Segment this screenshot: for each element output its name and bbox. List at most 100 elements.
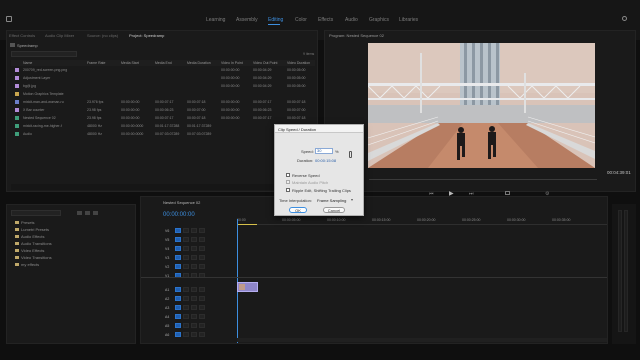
effects-filter-icon[interactable]: [77, 211, 82, 215]
home-icon[interactable]: [6, 16, 12, 22]
duration-value[interactable]: 00:00:15:08: [315, 158, 336, 163]
effects-filter-icon-3[interactable]: [93, 211, 98, 215]
track-header[interactable]: V4: [141, 245, 237, 253]
workspace-color[interactable]: Color: [295, 17, 307, 23]
sync-lock-icon[interactable]: [191, 323, 197, 328]
dialog-titlebar[interactable]: Clip Speed / Duration: [275, 125, 363, 133]
chevron-down-icon[interactable]: ▾: [351, 197, 353, 202]
reverse-speed-checkbox[interactable]: [286, 173, 290, 177]
sync-lock-icon[interactable]: [191, 237, 197, 242]
eye-icon[interactable]: [199, 246, 205, 251]
track-header[interactable]: A5: [141, 322, 237, 330]
label-color-swatch[interactable]: [15, 132, 19, 136]
tab-effect-controls[interactable]: Effect Controls: [9, 33, 35, 38]
track-target-toggle[interactable]: [175, 246, 181, 251]
track-header[interactable]: V6: [141, 227, 237, 235]
eye-icon[interactable]: [199, 264, 205, 269]
eye-icon[interactable]: [199, 237, 205, 242]
search-icon[interactable]: [622, 16, 627, 21]
search-input[interactable]: [11, 51, 77, 57]
eye-icon[interactable]: [199, 228, 205, 233]
lock-icon[interactable]: [183, 332, 189, 337]
project-row[interactable]: 200709_red-screen-png.png 00:00:00:00 00:0…: [11, 67, 315, 74]
lock-icon[interactable]: [183, 228, 189, 233]
track-header[interactable]: A2: [141, 295, 237, 303]
col-video-in[interactable]: Video In Point: [221, 61, 243, 65]
track-target-toggle[interactable]: [175, 255, 181, 260]
track-target-toggle[interactable]: [175, 264, 181, 269]
effects-item-video-effects[interactable]: Video Effects: [15, 248, 44, 253]
program-timecode[interactable]: 00:04:39:01: [607, 170, 631, 175]
track-header[interactable]: V2: [141, 263, 237, 271]
project-row[interactable]: mixkit-man-and-woman-ru 23.976 fps 00:00:0…: [11, 99, 315, 106]
label-color-swatch[interactable]: [15, 100, 19, 104]
project-row[interactable]: bg@.jpg 00:00:00:00 00:00:04:29 00:00:05:00: [11, 83, 315, 90]
col-media-start[interactable]: Media Start: [121, 61, 139, 65]
lock-icon[interactable]: [183, 237, 189, 242]
tab-source[interactable]: Source: (no clips): [87, 33, 118, 38]
col-media-end[interactable]: Media End: [155, 61, 172, 65]
track-header[interactable]: A4: [141, 313, 237, 321]
maintain-pitch-checkbox[interactable]: [286, 180, 290, 184]
tab-project[interactable]: Project: Speedramp: [129, 33, 164, 38]
lock-icon[interactable]: [183, 264, 189, 269]
lock-icon[interactable]: [183, 305, 189, 310]
timeline-clip[interactable]: [237, 282, 258, 292]
sync-lock-icon[interactable]: [191, 255, 197, 260]
eye-icon[interactable]: [199, 314, 205, 319]
track-target-toggle[interactable]: [175, 287, 181, 292]
label-color-swatch[interactable]: [15, 84, 19, 88]
workspace-learning[interactable]: Learning: [206, 17, 225, 23]
col-video-out[interactable]: Video Out Point: [253, 61, 277, 65]
timeline-timecode[interactable]: 00:00:00:00: [163, 212, 195, 218]
workspace-editing[interactable]: Editing: [268, 17, 283, 23]
workspace-audio[interactable]: Audio: [345, 17, 358, 23]
effects-item-my-effects[interactable]: my effects: [15, 262, 39, 267]
effects-filter-icon-2[interactable]: [85, 211, 90, 215]
lock-icon[interactable]: [183, 287, 189, 292]
project-row[interactable]: Motion Graphics Template: [11, 91, 315, 98]
program-title[interactable]: Program: Nested Sequence 02: [329, 33, 384, 38]
track-header[interactable]: A6: [141, 331, 237, 339]
track-header[interactable]: V5: [141, 236, 237, 244]
track-target-toggle[interactable]: [175, 296, 181, 301]
program-video-frame[interactable]: [368, 43, 595, 168]
sync-lock-icon[interactable]: [191, 264, 197, 269]
time-interpolation-select[interactable]: Frame Sampling: [317, 198, 346, 203]
sync-lock-icon[interactable]: [191, 332, 197, 337]
eye-icon[interactable]: [199, 323, 205, 328]
cancel-button[interactable]: Cancel: [323, 207, 345, 213]
ripple-edit-checkbox[interactable]: [286, 188, 290, 192]
workspace-assembly[interactable]: Assembly: [236, 17, 258, 23]
tab-audio-clip-mixer[interactable]: Audio Clip Mixer: [45, 33, 74, 38]
project-row[interactable]: X Bar counter 23.98 fps 00:00:00:00 00:00:0…: [11, 107, 315, 114]
project-row[interactable]: Adjustment Layer 00:00:00:00 00:00:04:29 00…: [11, 75, 315, 82]
eye-icon[interactable]: [199, 255, 205, 260]
track-target-toggle[interactable]: [175, 332, 181, 337]
label-color-swatch[interactable]: [15, 76, 19, 80]
label-color-swatch[interactable]: [15, 108, 19, 112]
label-color-swatch[interactable]: [15, 116, 19, 120]
track-target-toggle[interactable]: [175, 228, 181, 233]
track-target-toggle[interactable]: [175, 305, 181, 310]
work-area-bar[interactable]: [237, 224, 257, 225]
project-row[interactable]: Nested Sequence 02 23.98 fps 00:00:00:00 00…: [11, 115, 315, 122]
label-color-swatch[interactable]: [15, 92, 19, 96]
sync-lock-icon[interactable]: [191, 314, 197, 319]
workspace-effects[interactable]: Effects: [318, 17, 333, 23]
eye-icon[interactable]: [199, 305, 205, 310]
label-color-swatch[interactable]: [15, 124, 19, 128]
project-row[interactable]: Audio 48000 Hz 00:00:00:0000 00:07:03:07289…: [11, 131, 315, 138]
link-icon[interactable]: [349, 151, 352, 158]
track-header[interactable]: V3: [141, 254, 237, 262]
scrub-bar[interactable]: [369, 179, 597, 180]
track-target-toggle[interactable]: [175, 323, 181, 328]
label-color-swatch[interactable]: [15, 68, 19, 72]
track-target-toggle[interactable]: [175, 314, 181, 319]
eye-icon[interactable]: [199, 296, 205, 301]
timeline-horizontal-scroll[interactable]: [237, 338, 607, 342]
workspace-graphics[interactable]: Graphics: [369, 17, 389, 23]
effects-item-presets[interactable]: Presets: [15, 220, 35, 225]
ok-button[interactable]: OK: [289, 207, 307, 213]
sync-lock-icon[interactable]: [191, 296, 197, 301]
